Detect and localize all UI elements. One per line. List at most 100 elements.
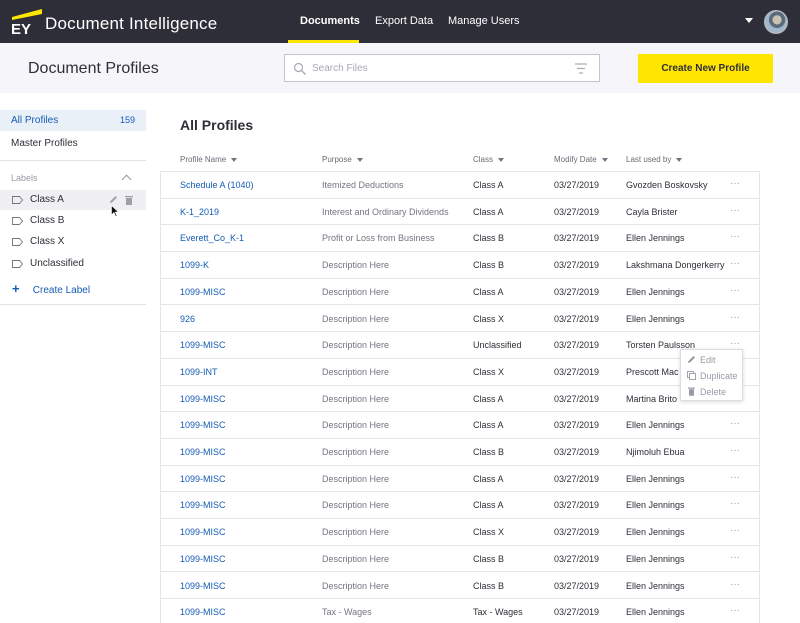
- row-menu-icon[interactable]: ···: [730, 205, 740, 216]
- table-row[interactable]: 1099-INT Description Here Class X 03/27/201…: [161, 359, 759, 386]
- table-row[interactable]: K-1_2019 Interest and Ordinary Dividends C…: [161, 199, 759, 226]
- modify-date-cell: 03/27/2019: [554, 260, 600, 271]
- profile-name-link[interactable]: 1099-INT: [180, 367, 218, 377]
- app-title: Document Intelligence: [45, 14, 218, 33]
- profile-name-link[interactable]: 1099-K: [180, 260, 209, 270]
- profile-name-link[interactable]: 1099-MISC: [180, 527, 226, 537]
- row-menu-icon[interactable]: ···: [730, 445, 740, 456]
- row-menu-icon[interactable]: ···: [730, 605, 740, 616]
- purpose-cell: Profit or Loss from Business: [322, 233, 435, 244]
- label-item-class-b[interactable]: Class B: [0, 211, 146, 231]
- column-header-label: Modify Date: [554, 155, 597, 164]
- table-row[interactable]: Schedule A (1040) Itemized Deductions Clas…: [161, 172, 759, 199]
- last-used-by-cell: Ellen Jennings: [626, 527, 685, 538]
- menu-item-label: Duplicate: [700, 371, 738, 381]
- class-cell: Class A: [473, 206, 504, 217]
- trash-icon[interactable]: [125, 195, 133, 205]
- label-item-class-x[interactable]: Class X: [0, 232, 146, 252]
- duplicate-icon: [687, 371, 696, 380]
- tag-icon: [12, 196, 23, 204]
- menu-item-delete[interactable]: Delete: [681, 384, 744, 400]
- menu-item-duplicate[interactable]: Duplicate: [681, 368, 744, 384]
- table-row[interactable]: 1099-MISC Description Here Class B 03/27/20…: [161, 439, 759, 466]
- row-menu-icon[interactable]: ···: [730, 498, 740, 509]
- table-row[interactable]: 926 Description Here Class X 03/27/2019 Elle…: [161, 306, 759, 333]
- table-row[interactable]: 1099-MISC Description Here Class B 03/27/20…: [161, 546, 759, 573]
- row-menu-icon[interactable]: ···: [730, 285, 740, 296]
- column-header-modify-date[interactable]: Modify Date: [554, 155, 608, 164]
- profile-name-link[interactable]: 1099-MISC: [180, 287, 226, 297]
- profile-name-link[interactable]: 1099-MISC: [180, 607, 226, 617]
- row-menu-icon[interactable]: ···: [730, 472, 740, 483]
- filter-icon[interactable]: [575, 63, 587, 74]
- sort-caret-icon: [356, 157, 363, 162]
- row-menu-icon[interactable]: ···: [730, 579, 740, 590]
- table-row[interactable]: 1099-MISC Description Here Class A 03/27/20…: [161, 466, 759, 493]
- edit-pencil-icon[interactable]: [109, 195, 118, 204]
- last-used-by-cell: Ellen Jennings: [626, 233, 685, 244]
- modify-date-cell: 03/27/2019: [554, 473, 600, 484]
- purpose-cell: Tax - Wages: [322, 607, 372, 618]
- table-row[interactable]: 1099-MISC Description Here Class A 03/27/20…: [161, 279, 759, 306]
- search-box[interactable]: [284, 54, 600, 82]
- row-menu-icon[interactable]: ···: [730, 178, 740, 189]
- profile-name-link[interactable]: 1099-MISC: [180, 554, 226, 564]
- table-row[interactable]: 1099-MISC Description Here Unclassified 03/…: [161, 332, 759, 359]
- tab-documents[interactable]: Documents: [300, 15, 360, 27]
- row-menu-icon[interactable]: ···: [730, 418, 740, 429]
- chevron-up-icon[interactable]: [121, 174, 132, 185]
- purpose-cell: Itemized Deductions: [322, 180, 404, 190]
- sidebar-item-master-profiles[interactable]: Master Profiles: [0, 133, 146, 154]
- profile-name-link[interactable]: 1099-MISC: [180, 420, 226, 430]
- create-new-profile-button[interactable]: Create New Profile: [638, 54, 773, 83]
- row-menu-icon[interactable]: ···: [730, 552, 740, 563]
- label-name: Class A: [30, 194, 64, 205]
- tab-export-data[interactable]: Export Data: [375, 15, 433, 27]
- table-row[interactable]: 1099-MISC Tax - Wages Tax - Wages 03/27/201…: [161, 599, 759, 623]
- profile-name-link[interactable]: 1099-MISC: [180, 474, 226, 484]
- last-used-by-cell: Ellen Jennings: [626, 607, 685, 618]
- table-row[interactable]: 1099-MISC Description Here Class X 03/27/20…: [161, 519, 759, 546]
- label-item-class-a[interactable]: Class A: [0, 190, 146, 210]
- column-header-last-used-by[interactable]: Last used by: [626, 155, 683, 164]
- table-row[interactable]: 1099-MISC Description Here Class A 03/27/20…: [161, 492, 759, 520]
- profile-name-link[interactable]: K-1_2019: [180, 207, 219, 217]
- profile-name-link[interactable]: Schedule A (1040): [180, 180, 254, 190]
- tag-icon: [12, 217, 23, 225]
- table-row[interactable]: 1099-K Description Here Class B 03/27/2019 L…: [161, 252, 759, 279]
- row-menu-icon[interactable]: ···: [730, 231, 740, 242]
- modify-date-cell: 03/27/2019: [554, 233, 600, 244]
- profile-name-link[interactable]: Everett_Co_K-1: [180, 233, 244, 243]
- table-row[interactable]: 1099-MISC Description Here Class B 03/27/20…: [161, 573, 759, 600]
- create-label-button[interactable]: + Create Label: [12, 281, 90, 296]
- row-menu-icon[interactable]: ···: [730, 525, 740, 536]
- purpose-cell: Interest and Ordinary Dividends: [322, 206, 449, 217]
- row-menu-icon[interactable]: ···: [730, 258, 740, 269]
- user-menu-caret-icon[interactable]: [745, 18, 753, 23]
- profile-name-link[interactable]: 926: [180, 314, 195, 324]
- avatar[interactable]: [764, 10, 788, 34]
- search-input[interactable]: [312, 55, 562, 81]
- profile-name-link[interactable]: 1099-MISC: [180, 340, 226, 350]
- table-row[interactable]: Everett_Co_K-1 Profit or Loss from Busine…: [161, 225, 759, 253]
- table-row[interactable]: 1099-MISC Description Here Class A 03/27/20…: [161, 386, 759, 413]
- row-menu-icon[interactable]: ···: [730, 338, 740, 349]
- column-header-purpose[interactable]: Purpose: [322, 155, 363, 164]
- label-item-unclassified[interactable]: Unclassified: [0, 254, 146, 274]
- column-header-profile-name[interactable]: Profile Name: [180, 155, 238, 164]
- purpose-cell: Description Here: [322, 286, 390, 297]
- tab-manage-users[interactable]: Manage Users: [448, 15, 520, 27]
- profile-name-link[interactable]: 1099-MISC: [180, 500, 226, 510]
- sidebar-item-all-profiles[interactable]: All Profiles 159: [0, 110, 146, 131]
- profile-name-link[interactable]: 1099-MISC: [180, 394, 226, 404]
- profile-name-link[interactable]: 1099-MISC: [180, 447, 226, 457]
- table-row[interactable]: 1099-MISC Description Here Class A 03/27/20…: [161, 412, 759, 439]
- modify-date-cell: 03/27/2019: [554, 340, 600, 351]
- menu-item-edit[interactable]: Edit: [681, 352, 744, 368]
- profile-name-link[interactable]: 1099-MISC: [180, 581, 226, 591]
- modify-date-cell: 03/27/2019: [554, 206, 600, 217]
- tag-icon: [12, 260, 23, 268]
- row-menu-icon[interactable]: ···: [730, 312, 740, 323]
- class-cell: Class X: [473, 313, 505, 324]
- column-header-class[interactable]: Class: [473, 155, 505, 164]
